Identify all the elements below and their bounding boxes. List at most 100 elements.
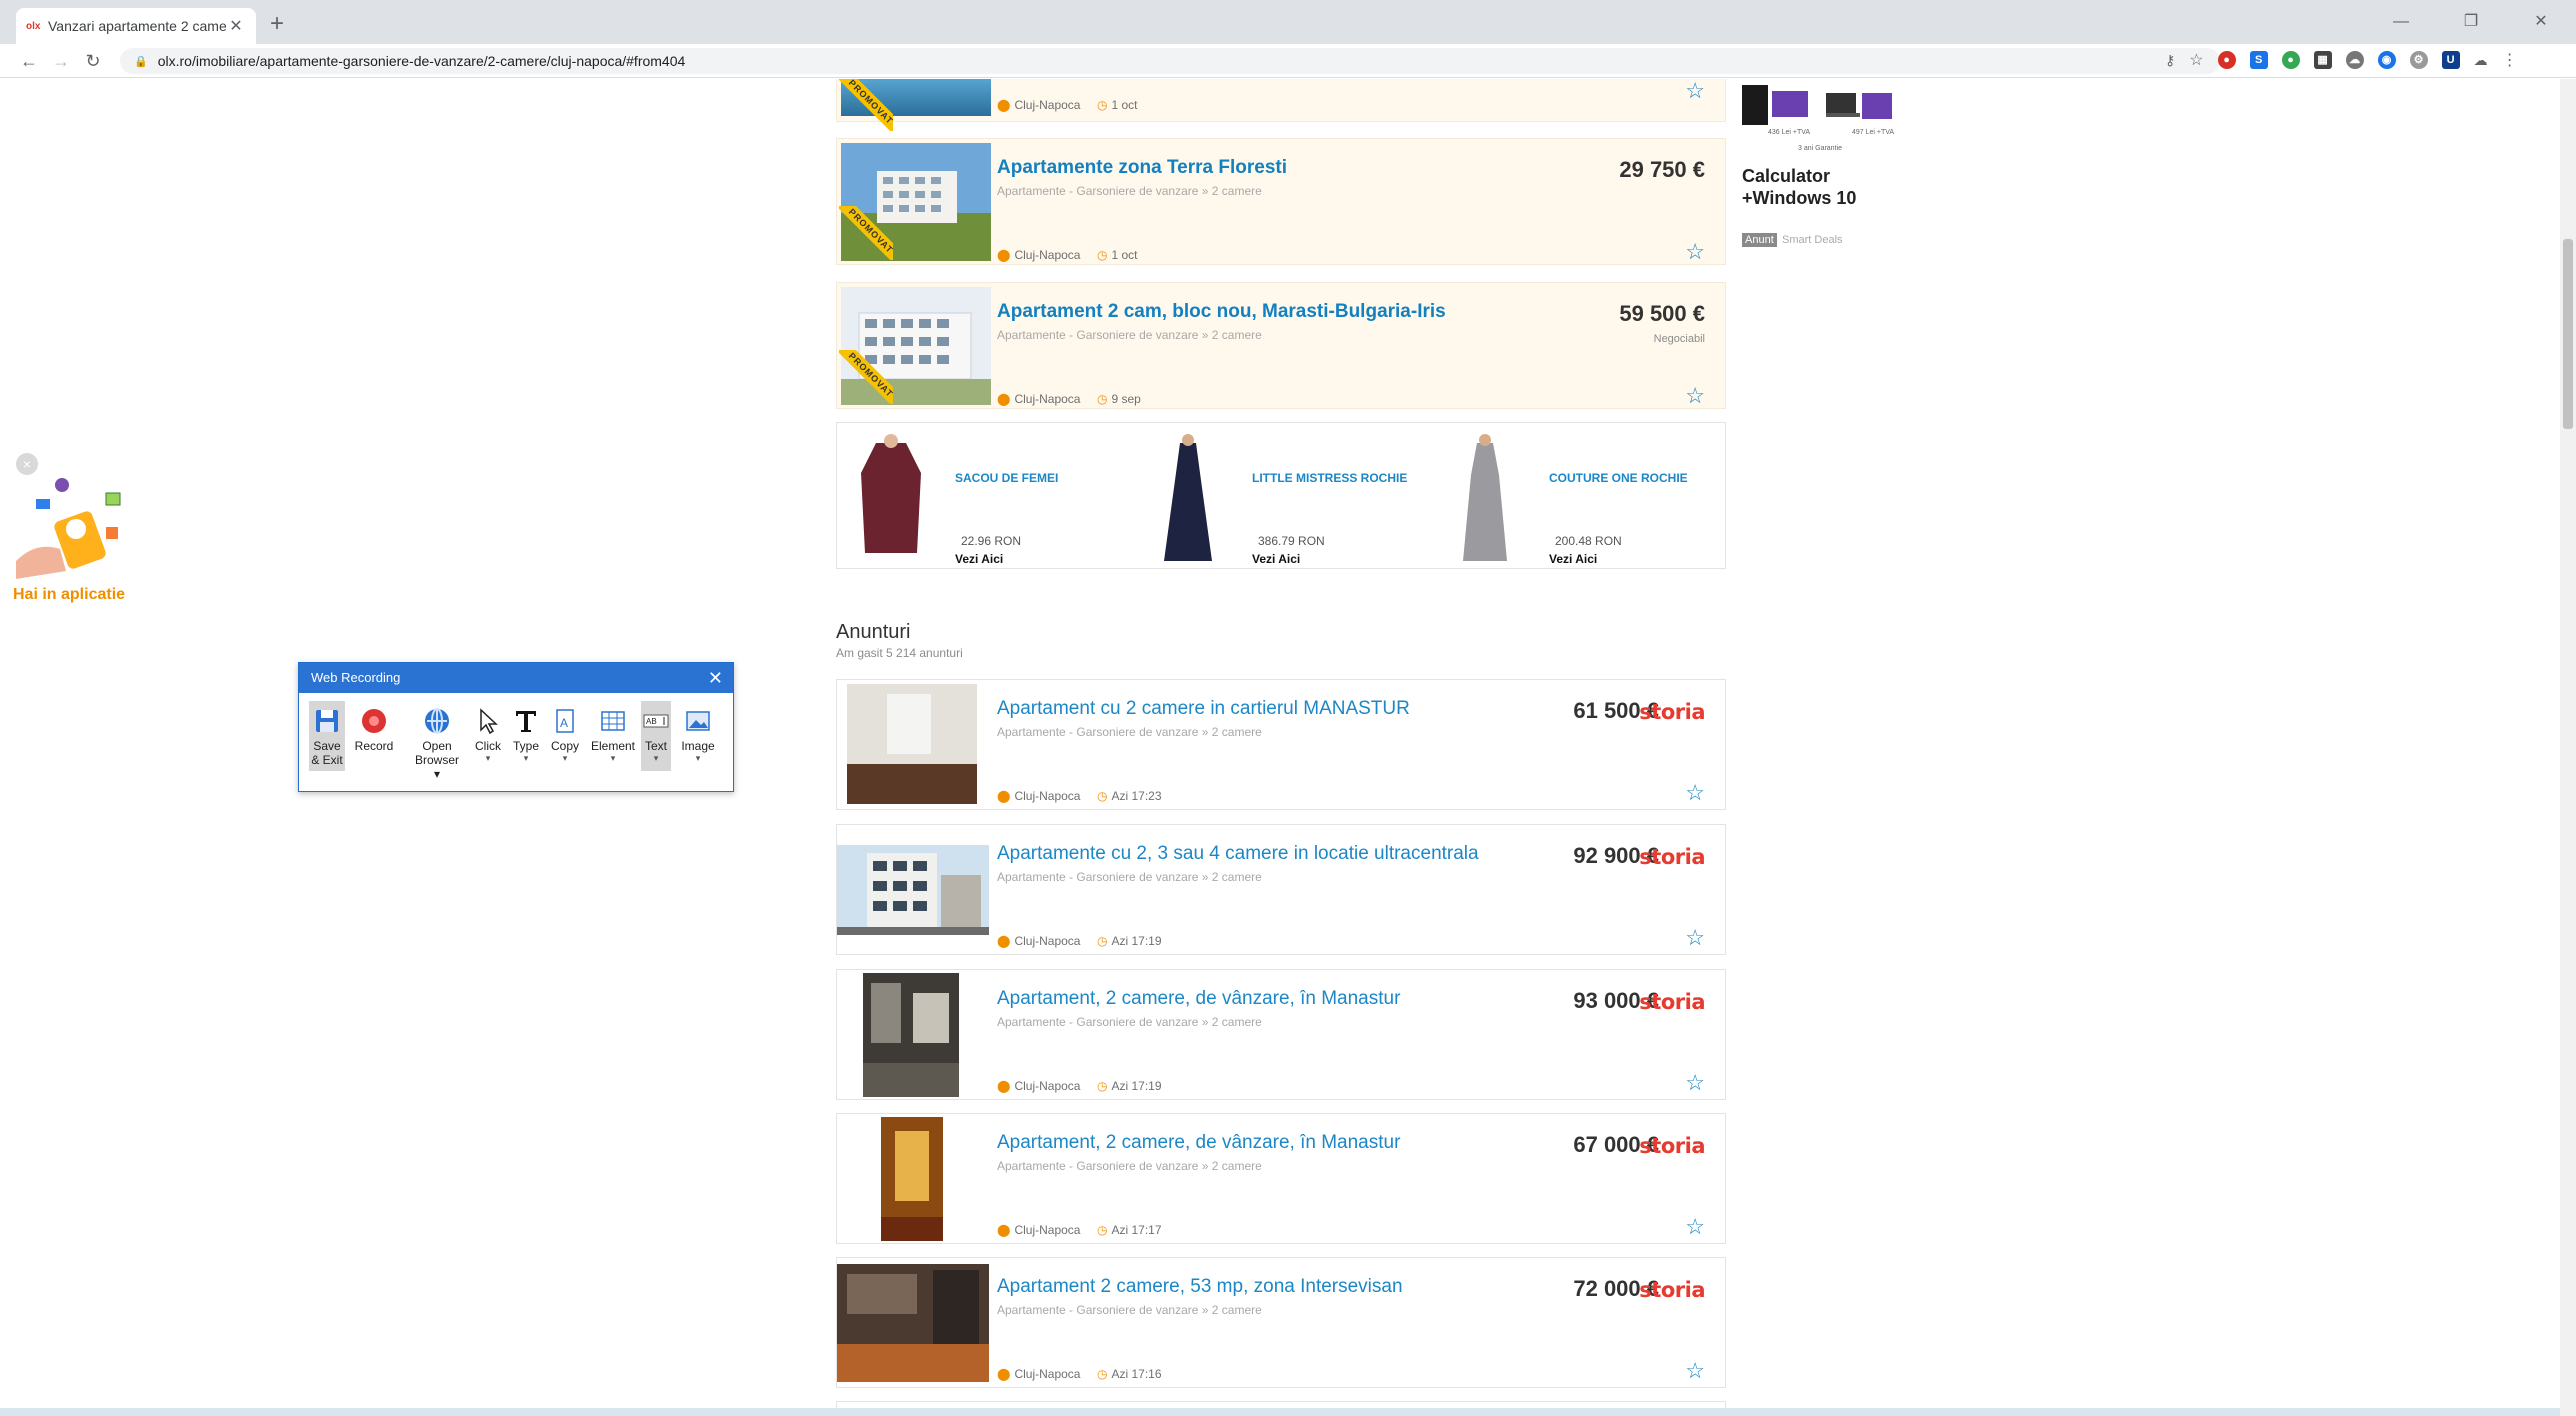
address-bar[interactable]: 🔒 olx.ro/imobiliare/apartamente-garsonie… (120, 48, 2220, 74)
listing-card[interactable]: Apartament, 2 camere, de vânzare, în Man… (836, 1113, 1726, 1244)
ad-product-name[interactable]: SACOU DE FEMEI (955, 471, 1058, 485)
new-tab-icon[interactable]: + (270, 10, 284, 38)
tab-close-icon[interactable]: ✕ (226, 16, 246, 36)
restore-icon[interactable]: ❐ (2436, 0, 2506, 44)
copy-button[interactable]: A Copy ▾ (547, 701, 583, 771)
cursor-icon (480, 708, 498, 735)
save-exit-button[interactable]: Save & Exit (309, 701, 345, 771)
favorite-star-icon[interactable]: ☆ (1685, 1214, 1705, 1240)
ad-title[interactable]: Calculator +Windows 10 (1742, 165, 1856, 209)
ad-warranty: 3 ani Garantie (1798, 145, 1842, 152)
listing-card[interactable]: Apartament cu 2 camere in cartierul MANA… (836, 679, 1726, 810)
ad-cta-link[interactable]: Vezi Aici (955, 552, 1003, 566)
listing-title-link[interactable]: Apartament cu 2 camere in cartierul MANA… (997, 698, 1410, 720)
scrollbar-thumb[interactable] (2563, 239, 2573, 429)
profile-icon[interactable]: ☁ (2474, 52, 2488, 69)
ad-cta-link[interactable]: Vezi Aici (1549, 552, 1597, 566)
listing-card[interactable]: Apartamente cu 2, 3 sau 4 camere in loca… (836, 824, 1726, 955)
extension-cloud-icon[interactable]: ☁ (2345, 51, 2364, 69)
clock-icon: ◷ (1097, 934, 1108, 948)
listing-card-promoted[interactable]: PROMOVAT Apartamente zona Terra Floresti… (836, 138, 1726, 265)
favorite-star-icon[interactable]: ☆ (1685, 1358, 1705, 1384)
favorite-star-icon[interactable]: ☆ (1685, 780, 1705, 806)
olx-favicon-icon: olx (26, 20, 41, 32)
minimize-icon[interactable]: — (2366, 0, 2436, 44)
app-promo-label[interactable]: Hai in aplicatie (13, 586, 125, 604)
url-text: olx.ro/imobiliare/apartamente-garsoniere… (157, 53, 686, 69)
phone-hand-illustration[interactable] (6, 471, 136, 581)
ad-item[interactable]: SACOU DE FEMEI 22.96 RON Vezi Aici (837, 423, 1133, 568)
listing-title-link[interactable]: Apartament, 2 camere, de vânzare, în Man… (997, 988, 1400, 1010)
globe-icon (425, 708, 449, 734)
window-close-icon[interactable]: ✕ (2506, 0, 2576, 44)
ad-jacket-image[interactable] (851, 433, 931, 563)
web-recording-panel[interactable]: Web Recording ✕ Save & Exit Record Open Br… (298, 662, 734, 792)
listing-photo[interactable] (847, 684, 977, 804)
listing-title-link[interactable]: Apartament, 2 camere, de vânzare, în Man… (997, 1132, 1400, 1154)
listing-location: ⬤ Cluj-Napoca (997, 392, 1081, 406)
extension-s-icon[interactable]: S (2249, 51, 2268, 69)
browser-tab[interactable]: olx Vanzari apartamente 2 camere C ✕ (16, 8, 256, 44)
ad-cta-link[interactable]: Vezi Aici (1252, 552, 1300, 566)
bookmark-star-icon[interactable]: ☆ (2189, 50, 2203, 70)
ad-gown-image[interactable] (1445, 433, 1525, 563)
negotiable-label: Negociabil (1653, 333, 1705, 345)
open-browser-button[interactable]: Open Browser ▾ (413, 701, 461, 781)
app-promo-widget[interactable]: × Hai in aplicatie (6, 453, 136, 603)
extension-gear-icon[interactable]: ⚙ (2409, 51, 2428, 69)
ad-product-name[interactable]: LITTLE MISTRESS ROCHIE (1252, 471, 1407, 485)
image-button[interactable]: Image ▾ (675, 701, 721, 771)
listing-title-link[interactable]: Apartamente cu 2, 3 sau 4 camere in loca… (997, 843, 1479, 865)
menu-kebab-icon[interactable]: ⋮ (2502, 50, 2518, 70)
listing-title-link[interactable]: Apartament 2 camere, 53 mp, zona Interse… (997, 1276, 1403, 1298)
listing-card[interactable]: Apartament 2 camere, 53 mp, zona Interse… (836, 1257, 1726, 1388)
listing-photo[interactable] (881, 1117, 943, 1241)
extension-blue-icon[interactable]: ◉ (2377, 51, 2396, 69)
taskbar-strip (0, 1408, 2560, 1416)
ad-computer-image[interactable] (1742, 85, 1812, 129)
back-icon[interactable]: ← (16, 48, 42, 74)
type-button[interactable]: Type ▾ (509, 701, 543, 771)
listing-photo[interactable] (837, 1264, 989, 1382)
favorite-star-icon[interactable]: ☆ (1685, 79, 1705, 104)
extension-red-icon[interactable]: ● (2217, 51, 2236, 69)
sidebar-ad[interactable]: 436 Lei +TVA 497 Lei +TVA 3 ani Garantie… (1742, 85, 1912, 255)
listing-photo[interactable] (863, 973, 959, 1097)
extension-grid-icon[interactable]: ▦ (2313, 51, 2332, 69)
favorite-star-icon[interactable]: ☆ (1685, 239, 1705, 265)
clock-icon: ◷ (1097, 1079, 1108, 1093)
ad-product-price: 22.96 RON (961, 534, 1022, 548)
click-button[interactable]: Click ▾ (471, 701, 505, 771)
listing-title-link[interactable]: Apartamente zona Terra Floresti (997, 157, 1287, 179)
web-recording-header[interactable]: Web Recording ✕ (299, 663, 733, 693)
forward-icon[interactable]: → (48, 48, 74, 74)
ad-item[interactable]: COUTURE ONE ROCHIE 200.48 RON Vezi Aici (1431, 423, 1727, 568)
ad-item[interactable]: LITTLE MISTRESS ROCHIE 386.79 RON Vezi A… (1134, 423, 1430, 568)
text-field-icon: AB (643, 714, 669, 728)
listings-count: Am gasit 5 214 anunturi (836, 646, 963, 660)
text-button[interactable]: AB Text ▾ (641, 701, 671, 771)
reload-icon[interactable]: ↻ (80, 48, 106, 74)
favorite-star-icon[interactable]: ☆ (1685, 1070, 1705, 1096)
listing-card-promoted-partial[interactable]: PROMOVAT ⬤ Cluj-Napoca ◷ 1 oct ☆ (836, 79, 1726, 131)
extension-ui-icon[interactable]: U (2441, 51, 2460, 69)
page-scrollbar[interactable] (2560, 79, 2576, 1416)
listing-photo[interactable] (837, 845, 989, 935)
ad-laptop-image[interactable] (1826, 89, 1896, 133)
type-t-icon (516, 711, 536, 732)
record-button[interactable]: Record (353, 701, 395, 771)
fashion-ad-banner[interactable]: SACOU DE FEMEI 22.96 RON Vezi Aici LITTL… (836, 422, 1726, 569)
extension-green-icon[interactable]: ● (2281, 51, 2300, 69)
ad-price-b: 497 Lei +TVA (1852, 129, 1895, 136)
favorite-star-icon[interactable]: ☆ (1685, 925, 1705, 951)
listing-card-promoted[interactable]: PROMOVAT Apartament 2 cam, bloc nou, Mar… (836, 282, 1726, 409)
web-recording-close-icon[interactable]: ✕ (708, 663, 723, 693)
element-button[interactable]: Element ▾ (589, 701, 637, 771)
key-icon[interactable]: ⚷ (2165, 52, 2175, 69)
favorite-star-icon[interactable]: ☆ (1685, 383, 1705, 409)
listing-title-link[interactable]: Apartament 2 cam, bloc nou, Marasti-Bulg… (997, 301, 1446, 323)
ad-product-name[interactable]: COUTURE ONE ROCHIE (1549, 471, 1688, 485)
ad-dress-image[interactable] (1148, 433, 1228, 563)
listing-card[interactable]: Apartament, 2 camere, de vânzare, în Man… (836, 969, 1726, 1100)
location-pin-icon: ⬤ (997, 789, 1011, 803)
